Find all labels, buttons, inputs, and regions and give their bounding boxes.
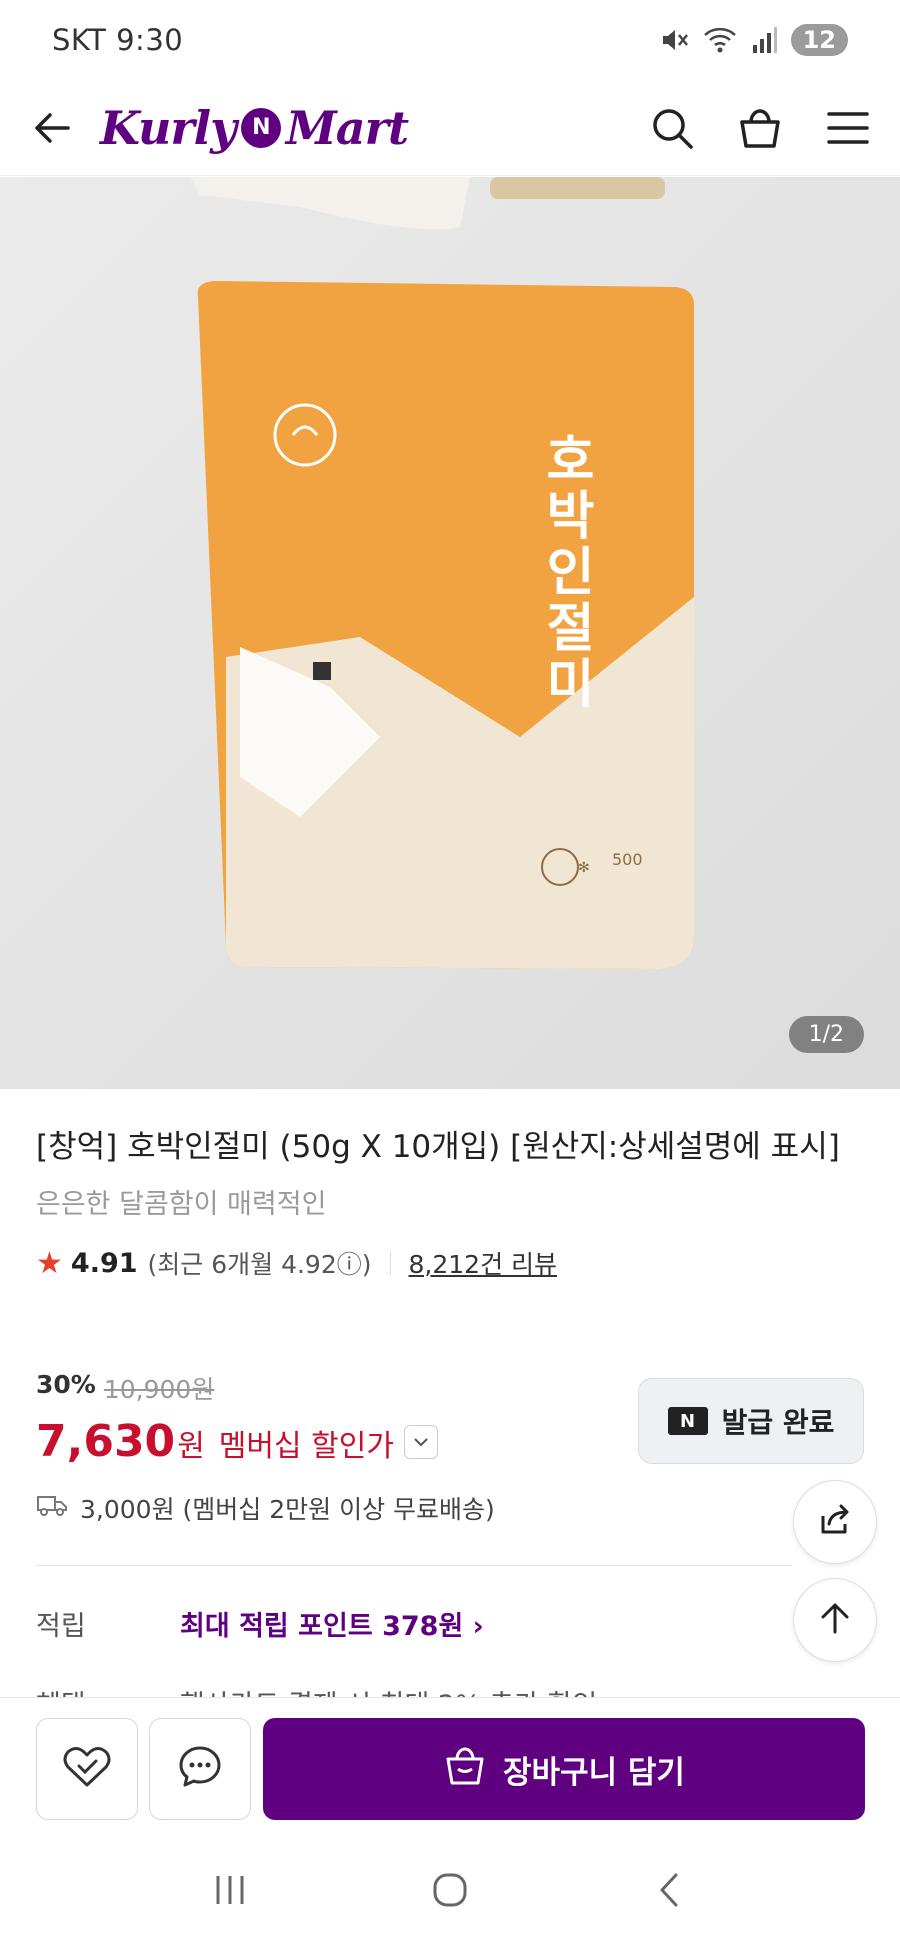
points-row: 적립 최대 적립 포인트 378원 ›	[36, 1604, 484, 1643]
search-icon[interactable]	[646, 102, 698, 154]
membership-price-label: 멤버십 할인가	[218, 1429, 394, 1464]
sale-price-row: 7,630 원 멤버십 할인가	[36, 1416, 438, 1467]
section-divider	[36, 1565, 792, 1566]
recent-apps-icon[interactable]	[200, 1860, 260, 1920]
points-label: 적립	[36, 1611, 86, 1642]
mute-icon	[659, 25, 689, 55]
star-icon: ★	[36, 1245, 63, 1281]
product-subtitle: 은은한 달콤함이 매력적인	[36, 1189, 327, 1220]
system-nav-bar	[0, 1830, 900, 1950]
original-price: 10,900원	[103, 1375, 215, 1404]
price-block: 30% 10,900원 7,630 원 멤버십 할인가	[36, 1370, 438, 1467]
naver-n-icon: N	[667, 1407, 708, 1435]
battery-indicator: 12	[790, 24, 848, 56]
review-count-link[interactable]: 8,212건 리뷰	[409, 1245, 558, 1281]
rating-score: 4.91	[70, 1247, 138, 1279]
logo-text-kurly: Kurly	[100, 100, 237, 155]
svg-text:500: 500	[612, 850, 643, 869]
shipping-text: 3,000원 (멤버십 2만원 이상 무료배송)	[80, 1495, 495, 1524]
add-to-cart-button[interactable]: 장바구니 담기	[263, 1718, 865, 1820]
divider	[389, 1251, 391, 1275]
coupon-issued-button[interactable]: N 발급 완료	[638, 1378, 864, 1464]
package-label: 호박인절미	[535, 432, 595, 712]
status-icons: 12	[659, 24, 848, 56]
rating-row: ★ 4.91 (최근 6개월 4.92ⓘ) 8,212건 리뷰	[36, 1245, 856, 1281]
menu-icon[interactable]	[822, 102, 874, 154]
arrow-up-icon	[817, 1600, 853, 1640]
benefit-row: 혜택 행사카드 결제 시 최대 2% 추가 할인 ›	[36, 1683, 617, 1697]
points-link[interactable]: 최대 적립 포인트 378원 ›	[180, 1604, 484, 1643]
share-icon	[815, 1500, 855, 1544]
shopping-bag-icon	[443, 1743, 487, 1795]
app-header: Kurly N Mart	[0, 80, 900, 176]
sale-price: 7,630	[36, 1416, 176, 1467]
add-to-cart-label: 장바구니 담기	[503, 1754, 685, 1791]
rating-recent[interactable]: (최근 6개월 4.92ⓘ)	[148, 1245, 372, 1281]
product-image-carousel[interactable]: ✻ 500 호박인절미 1/2	[0, 177, 900, 1089]
discount-row: 30% 10,900원	[36, 1370, 438, 1406]
cart-icon[interactable]	[734, 102, 786, 154]
back-icon[interactable]	[640, 1860, 700, 1920]
logo-n-badge: N	[240, 107, 281, 148]
benefit-label: 혜택	[36, 1683, 180, 1697]
product-info: [창억] 호박인절미 (50g X 10개입) [원산지:상세설명에 표시] 은…	[36, 1120, 856, 1281]
product-image: ✻ 500	[190, 177, 695, 969]
back-arrow-icon[interactable]	[26, 102, 78, 154]
status-time: SKT 9:30	[52, 23, 184, 57]
logo-text-mart: Mart	[285, 100, 409, 155]
bottom-action-bar: 장바구니 담기	[0, 1697, 900, 1830]
kurly-mart-logo[interactable]: Kurly N Mart	[100, 100, 409, 155]
status-bar: SKT 9:30 12	[0, 0, 900, 80]
svg-text:✻: ✻	[578, 860, 590, 876]
benefit-link[interactable]: 행사카드 결제 시 최대 2% 추가 할인 ›	[180, 1683, 617, 1697]
chevron-down-icon[interactable]	[403, 1424, 438, 1459]
inquiry-button[interactable]	[149, 1718, 251, 1820]
discount-rate: 30%	[36, 1370, 96, 1399]
signal-icon	[751, 25, 777, 55]
wifi-icon	[703, 25, 737, 55]
product-title: [창억] 호박인절미 (50g X 10개입) [원산지:상세설명에 표시]	[36, 1129, 840, 1165]
shipping-info: 3,000원 (멤버십 2만원 이상 무료배송)	[36, 1490, 495, 1526]
scroll-to-top-button[interactable]	[793, 1578, 877, 1662]
wishlist-button[interactable]	[36, 1718, 138, 1820]
share-button[interactable]	[793, 1480, 877, 1564]
truck-icon	[36, 1492, 68, 1524]
currency-unit: 원	[177, 1429, 205, 1464]
image-counter: 1/2	[788, 1016, 864, 1053]
chat-bubble-icon	[177, 1744, 223, 1794]
coupon-label: 발급 완료	[721, 1406, 835, 1439]
header-actions	[646, 102, 874, 154]
home-icon[interactable]	[420, 1860, 480, 1920]
heart-check-icon	[62, 1745, 112, 1793]
